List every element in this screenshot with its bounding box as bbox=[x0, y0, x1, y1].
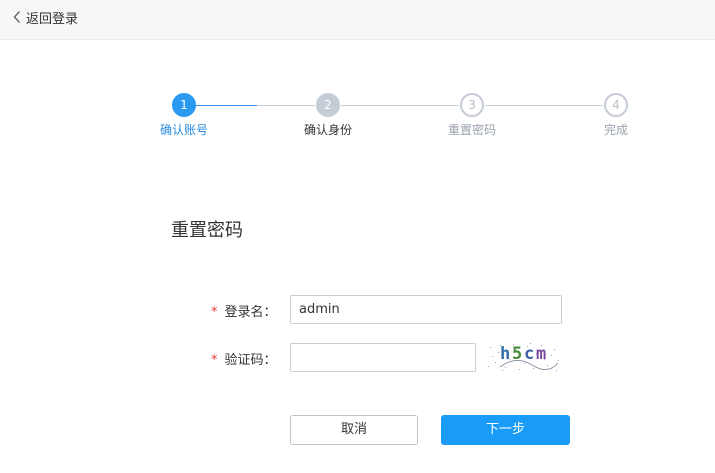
page-title: 重置密码 bbox=[171, 220, 243, 241]
username-input[interactable] bbox=[290, 295, 562, 324]
step-3-label: 重置密码 bbox=[447, 123, 496, 137]
captcha-label: 验证码： bbox=[224, 353, 277, 368]
step-indicator: 1 确认账号 2 确认身份 3 重置密码 4 完成 bbox=[0, 92, 715, 142]
captcha-char: 5 bbox=[512, 344, 522, 364]
step-2-number: 2 bbox=[316, 93, 340, 117]
captcha-input[interactable] bbox=[290, 343, 476, 372]
captcha-char: m bbox=[536, 344, 546, 364]
username-label-row: * 登录名： bbox=[211, 301, 277, 320]
step-1-label: 确认账号 bbox=[159, 123, 208, 137]
step-3: 3 重置密码 bbox=[432, 92, 512, 138]
step-2: 2 确认身份 bbox=[288, 92, 368, 138]
step-1: 1 确认账号 bbox=[144, 92, 224, 138]
captcha-char: h bbox=[500, 344, 510, 364]
back-to-login-label: 返回登录 bbox=[26, 11, 79, 27]
required-mark: * bbox=[211, 353, 218, 368]
next-step-button[interactable]: 下一步 bbox=[441, 415, 570, 445]
captcha-image[interactable]: h 5 c m bbox=[486, 341, 562, 373]
back-to-login-link[interactable]: 返回登录 bbox=[12, 8, 79, 27]
step-1-number: 1 bbox=[172, 93, 196, 117]
captcha-char: c bbox=[524, 344, 534, 364]
step-4: 4 完成 bbox=[576, 92, 656, 138]
chevron-left-icon bbox=[12, 10, 22, 24]
step-2-label: 确认身份 bbox=[303, 123, 352, 137]
captcha-label-row: * 验证码： bbox=[211, 349, 277, 368]
step-4-number: 4 bbox=[604, 93, 628, 117]
step-3-number: 3 bbox=[460, 93, 484, 117]
top-bar: 返回登录 bbox=[0, 0, 715, 40]
required-mark: * bbox=[211, 305, 218, 320]
cancel-button[interactable]: 取消 bbox=[290, 415, 418, 445]
step-4-label: 完成 bbox=[603, 123, 628, 137]
username-label: 登录名： bbox=[224, 305, 277, 320]
